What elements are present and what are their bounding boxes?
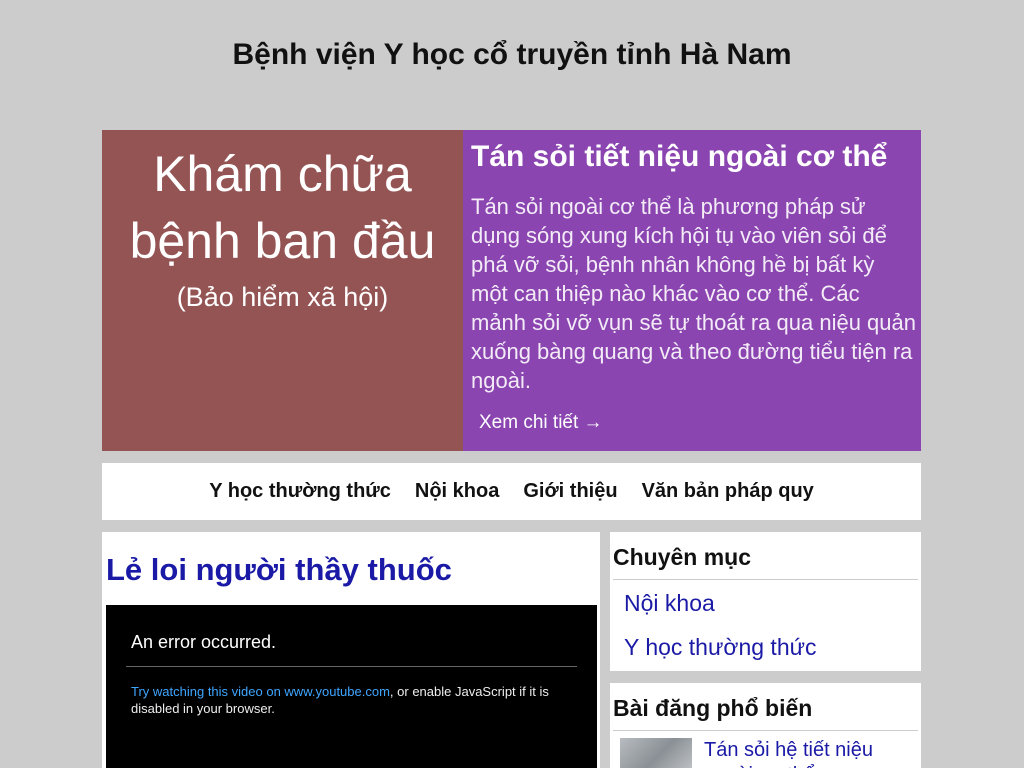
- read-more-link[interactable]: Xem chi tiết →: [479, 412, 603, 434]
- site-title: Bệnh viện Y học cổ truyền tỉnh Hà Nam: [232, 38, 792, 71]
- video-error-message: Try watching this video on www.youtube.c…: [131, 683, 561, 717]
- popular-posts-title: Bài đăng phổ biến: [613, 695, 813, 721]
- popular-posts-widget: Bài đăng phổ biến Tán sỏi hệ tiết niệu n…: [610, 683, 921, 768]
- category-y-hoc-thuong-thuc[interactable]: Y học thường thức: [624, 634, 817, 661]
- hero-left-subtitle: (Bảo hiểm xã hội): [176, 282, 389, 312]
- popular-post-thumbnail[interactable]: [620, 738, 692, 768]
- hero-left-title: Khám chữa bệnh ban đầu: [129, 146, 436, 269]
- nav-item-noi-khoa[interactable]: Nội khoa: [415, 480, 499, 503]
- nav-item-van-ban-phap-quy[interactable]: Văn bản pháp quy: [642, 480, 814, 503]
- categories-title: Chuyên mục: [613, 544, 752, 570]
- nav-item-y-hoc-thuong-thuc[interactable]: Y học thường thức: [209, 480, 391, 503]
- hero-right-body: Tán sỏi ngoài cơ thể là phương pháp sử d…: [471, 194, 916, 393]
- hero-banner: Khám chữa bệnh ban đầu (Bảo hiểm xã hội)…: [102, 130, 921, 451]
- category-noi-khoa[interactable]: Nội khoa: [624, 590, 715, 617]
- hero-right-title: Tán sỏi tiết niệu ngoài cơ thể: [471, 140, 888, 173]
- post-title[interactable]: Lẻ loi người thầy thuốc: [106, 552, 452, 588]
- nav-item-gioi-thieu[interactable]: Giới thiệu: [523, 480, 617, 503]
- popular-posts-divider: [613, 730, 918, 731]
- main-nav: Y học thường thức Nội khoa Giới thiệu Vă…: [102, 463, 921, 520]
- categories-widget: Chuyên mục Nội khoa Y học thường thức: [610, 532, 921, 671]
- video-divider: [126, 666, 577, 667]
- hero-left-panel[interactable]: Khám chữa bệnh ban đầu (Bảo hiểm xã hội): [102, 130, 463, 451]
- youtube-link[interactable]: Try watching this video on www.youtube.c…: [131, 684, 390, 699]
- popular-post-link[interactable]: Tán sỏi hệ tiết niệu ngoài cơ thể: [704, 738, 909, 768]
- video-error-text: An error occurred.: [131, 632, 277, 652]
- main-content: Lẻ loi người thầy thuốc An error occurre…: [102, 532, 600, 768]
- categories-divider: [613, 579, 918, 580]
- hero-right-panel: Tán sỏi tiết niệu ngoài cơ thể Tán sỏi n…: [463, 130, 921, 451]
- video-player[interactable]: An error occurred. Try watching this vid…: [106, 605, 597, 768]
